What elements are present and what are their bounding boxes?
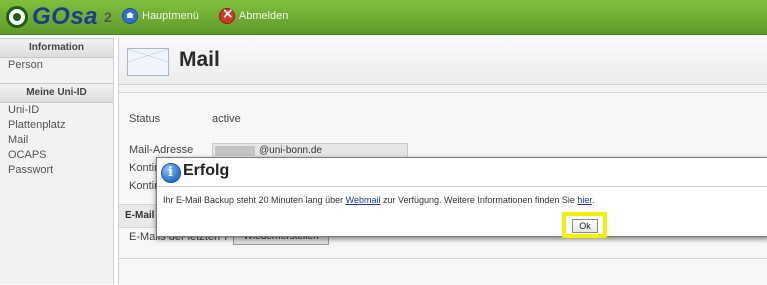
mail-address-label: Mail-Adresse xyxy=(129,144,194,156)
sidebar-section-information: Information xyxy=(0,38,113,58)
logout-link[interactable]: Abmelden xyxy=(218,6,289,24)
status-value: active xyxy=(212,113,241,125)
success-dialog: Erfolg Ihr E-Mail Backup steht 20 Minute… xyxy=(156,157,767,238)
sidebar-section-uni-id: Meine Uni-ID xyxy=(0,83,113,103)
webmail-link[interactable]: Webmail xyxy=(346,195,381,205)
page-title: Mail xyxy=(179,48,220,71)
home-menu-link[interactable]: Hauptmenü xyxy=(122,8,199,24)
dialog-message: Ihr E-Mail Backup steht 20 Minuten lang … xyxy=(163,195,594,205)
sidebar-item-uni-id[interactable]: Uni-ID xyxy=(0,103,113,118)
mail-envelope-icon xyxy=(127,48,169,76)
top-bar: GOsa 2 Hauptmenü Abmelden xyxy=(0,0,767,35)
redacted-username xyxy=(215,146,255,156)
gosa-logo: GOsa 2 xyxy=(6,2,112,32)
sidebar-item-ocaps[interactable]: OCAPS xyxy=(0,148,113,163)
dialog-title: Erfolg xyxy=(183,162,230,179)
sidebar-item-mail[interactable]: Mail xyxy=(0,133,113,148)
page-header: Mail xyxy=(119,38,767,85)
divider xyxy=(119,258,767,259)
dialog-header: Erfolg xyxy=(157,158,767,187)
info-here-link[interactable]: hier xyxy=(577,195,592,205)
sidebar-item-person[interactable]: Person xyxy=(0,58,113,73)
sidebar-item-passwort[interactable]: Passwort xyxy=(0,163,113,178)
gosa-logo-icon xyxy=(6,6,28,28)
dialog-message-text-3: . xyxy=(591,195,595,205)
logo-text: GOsa xyxy=(32,3,99,30)
dialog-message-text-1: Ihr E-Mail Backup steht 20 Minuten lang … xyxy=(163,195,346,205)
ok-button[interactable]: Ok xyxy=(572,219,598,233)
sidebar-item-plattenplatz[interactable]: Plattenplatz xyxy=(0,118,113,133)
home-menu-label: Hauptmenü xyxy=(142,10,199,22)
sidebar: Information Person Meine Uni-ID Uni-ID P… xyxy=(0,38,114,284)
mail-address-domain: @uni-bonn.de xyxy=(259,145,322,156)
home-icon xyxy=(122,8,138,24)
dialog-message-text-2: zur Verfügung. Weitere Informationen fin… xyxy=(380,195,578,205)
logout-label: Abmelden xyxy=(238,10,289,22)
top-navigation: Hauptmenü Abmelden xyxy=(122,6,289,24)
logout-icon xyxy=(218,6,235,24)
info-icon xyxy=(161,163,181,183)
logo-superscript: 2 xyxy=(104,9,112,25)
status-label: Status xyxy=(129,113,161,125)
